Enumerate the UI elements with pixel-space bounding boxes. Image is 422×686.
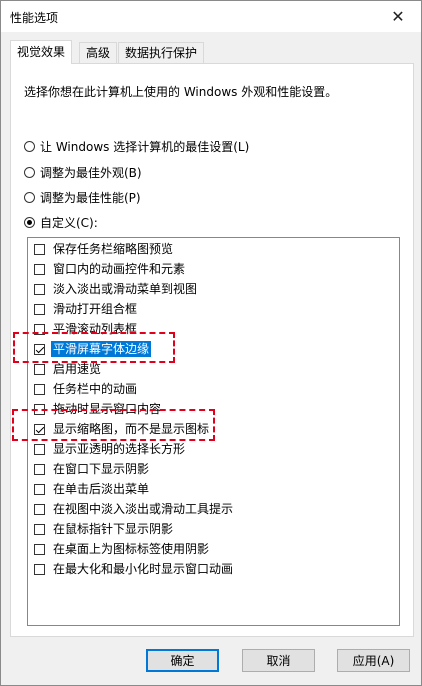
radio-best-appearance[interactable]: 调整为最佳外观(B) — [24, 164, 142, 180]
list-item[interactable]: 窗口内的动画控件和元素 — [28, 259, 399, 279]
title-bar: 性能选项 ✕ — [1, 1, 421, 32]
annotation-highlight-box — [13, 332, 175, 363]
list-item[interactable]: 显示亚透明的选择长方形 — [28, 439, 399, 459]
ok-button[interactable]: 确定 — [146, 649, 219, 672]
radio-custom[interactable]: 自定义(C): — [24, 214, 98, 230]
checkbox[interactable] — [34, 263, 45, 275]
radio-label: 调整为最佳外观(B) — [40, 165, 142, 180]
annotation-highlight-box — [12, 409, 215, 441]
radio-label: 自定义(C): — [40, 215, 98, 230]
list-item[interactable]: 在最大化和最小化时显示窗口动画 — [28, 559, 399, 579]
radio-button[interactable] — [24, 166, 35, 178]
checkbox[interactable] — [34, 543, 45, 555]
checkbox[interactable] — [34, 463, 45, 475]
checkbox[interactable] — [34, 483, 45, 495]
checkbox[interactable] — [34, 303, 45, 315]
list-item[interactable]: 滑动打开组合框 — [28, 299, 399, 319]
checkbox[interactable] — [34, 243, 45, 255]
checkbox[interactable] — [34, 523, 45, 535]
radio-label: 让 Windows 选择计算机的最佳设置(L) — [40, 139, 250, 154]
checkbox[interactable] — [34, 283, 45, 295]
radio-let-windows-choose[interactable]: 让 Windows 选择计算机的最佳设置(L) — [24, 138, 249, 154]
radio-button[interactable] — [24, 191, 35, 203]
checkbox[interactable] — [34, 363, 45, 375]
tab-data-execution-prevention[interactable]: 数据执行保护 — [118, 42, 205, 63]
radio-button[interactable] — [24, 140, 35, 152]
list-item[interactable]: 在窗口下显示阴影 — [28, 459, 399, 479]
list-item[interactable]: 任务栏中的动画 — [28, 379, 399, 399]
checkbox[interactable] — [34, 443, 45, 455]
cancel-button[interactable]: 取消 — [242, 649, 315, 672]
close-icon[interactable]: ✕ — [375, 1, 421, 32]
tab-advanced[interactable]: 高级 — [79, 42, 118, 63]
window-title: 性能选项 — [10, 11, 59, 25]
list-item[interactable]: 在桌面上为图标标签使用阴影 — [28, 539, 399, 559]
list-item[interactable]: 在视图中淡入淡出或滑动工具提示 — [28, 499, 399, 519]
apply-button[interactable]: 应用(A) — [337, 649, 410, 672]
list-item[interactable]: 淡入淡出或滑动菜单到视图 — [28, 279, 399, 299]
list-item[interactable]: 在单击后淡出菜单 — [28, 479, 399, 499]
checkbox[interactable] — [34, 503, 45, 515]
radio-label: 调整为最佳性能(P) — [40, 190, 141, 205]
checkbox[interactable] — [34, 563, 45, 575]
radio-button[interactable] — [24, 216, 35, 228]
list-item[interactable]: 保存任务栏缩略图预览 — [28, 239, 399, 259]
list-item[interactable]: 在鼠标指针下显示阴影 — [28, 519, 399, 539]
tab-visual-effects[interactable]: 视觉效果 — [10, 40, 73, 64]
panel-description: 选择你想在此计算机上使用的 Windows 外观和性能设置。 — [24, 85, 338, 99]
checkbox[interactable] — [34, 383, 45, 395]
radio-best-performance[interactable]: 调整为最佳性能(P) — [24, 189, 141, 205]
